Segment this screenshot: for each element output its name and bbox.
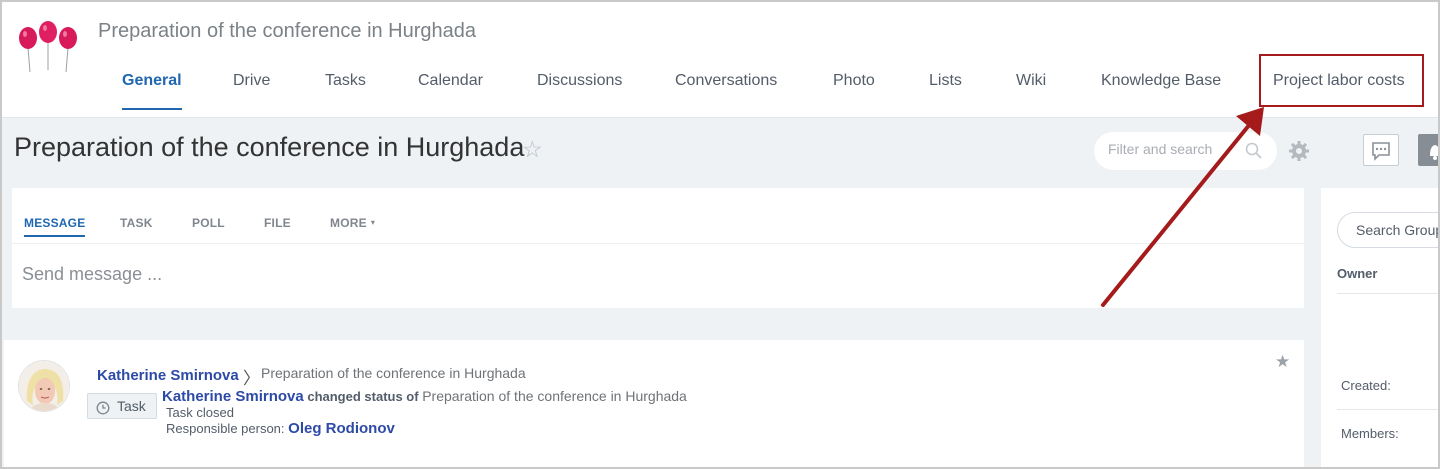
members-label: Members: — [1341, 426, 1399, 441]
post-activity: Katherine Smirnova changed status of Pre… — [162, 388, 687, 405]
post-destination-link[interactable]: Preparation of the conference in Hurghad… — [261, 365, 526, 381]
activity-action: changed status of — [307, 389, 419, 404]
tab-tasks[interactable]: Tasks — [325, 72, 366, 112]
activity-actor-link[interactable]: Katherine Smirnova — [162, 388, 304, 405]
search-icon[interactable] — [1244, 141, 1264, 161]
owner-label: Owner — [1337, 266, 1378, 281]
post-composer: MESSAGE TASK POLL FILE MORE ▾ Send messag… — [12, 188, 1304, 308]
task-status: Task closed — [166, 405, 234, 420]
star-icon[interactable]: ☆ — [522, 136, 543, 163]
tab-knowledge-base[interactable]: Knowledge Base — [1101, 72, 1221, 112]
notification-button[interactable] — [1418, 134, 1438, 166]
divider — [1337, 293, 1438, 294]
composer-tab-message[interactable]: MESSAGE — [24, 216, 86, 237]
tab-wiki[interactable]: Wiki — [1016, 72, 1046, 112]
chevron-down-icon: ▾ — [370, 218, 376, 227]
composer-tab-file[interactable]: FILE — [264, 216, 291, 230]
composer-tabs: MESSAGE TASK POLL FILE MORE ▾ — [12, 188, 1304, 244]
bell-icon — [1430, 145, 1438, 160]
tab-general[interactable]: General — [122, 72, 182, 112]
responsible-person-link[interactable]: Oleg Rodionov — [288, 420, 395, 437]
side-search-input[interactable] — [1356, 222, 1438, 238]
balloons-logo[interactable] — [16, 20, 80, 74]
tab-discussions[interactable]: Discussions — [537, 72, 622, 112]
message-input[interactable]: Send message ... — [22, 264, 162, 285]
responsible-person: Responsible person: Oleg Rodionov — [166, 420, 395, 437]
clock-icon — [96, 401, 110, 415]
activity-object-link[interactable]: Preparation of the conference in Hurghad… — [422, 388, 687, 404]
group-header: Preparation of the conference in Hurghad… — [2, 2, 1438, 118]
filter-search-input[interactable] — [1108, 141, 1238, 157]
tab-drive[interactable]: Drive — [233, 72, 270, 112]
tab-photo[interactable]: Photo — [833, 72, 875, 112]
app-window: Preparation of the conference in Hurghad… — [0, 0, 1440, 469]
composer-tab-task[interactable]: TASK — [120, 216, 153, 230]
avatar-image — [19, 361, 69, 411]
responsible-label: Responsible person: — [166, 421, 285, 436]
tab-conversations[interactable]: Conversations — [675, 72, 777, 112]
divider — [1337, 409, 1438, 410]
composer-tab-more[interactable]: MORE ▾ — [330, 216, 375, 230]
chat-icon — [1372, 142, 1390, 161]
composer-tab-more-label: MORE — [330, 216, 367, 230]
filter-search[interactable] — [1094, 132, 1277, 170]
gear-icon[interactable] — [1288, 140, 1310, 162]
tab-calendar[interactable]: Calendar — [418, 72, 483, 112]
avatar[interactable] — [18, 360, 70, 412]
annotation-highlight-box — [1259, 54, 1424, 107]
side-search[interactable] — [1337, 212, 1438, 248]
chat-button[interactable] — [1363, 134, 1399, 166]
star-icon[interactable]: ★ — [1275, 352, 1290, 372]
group-info-panel: Owner Created: Members: — [1321, 188, 1438, 467]
task-badge-label: Task — [117, 398, 146, 414]
page-title: Preparation of the conference in Hurghad… — [14, 132, 525, 162]
composer-tab-poll[interactable]: POLL — [192, 216, 225, 230]
chevron-right-icon: 〉 — [243, 369, 260, 388]
post-author-link[interactable]: Katherine Smirnova — [97, 367, 239, 384]
task-badge: Task — [87, 393, 157, 419]
created-label: Created: — [1341, 378, 1391, 393]
tab-lists[interactable]: Lists — [929, 72, 962, 112]
group-name: Preparation of the conference in Hurghad… — [98, 20, 477, 42]
feed-post: Katherine Smirnova 〉 Preparation of the … — [4, 340, 1304, 467]
